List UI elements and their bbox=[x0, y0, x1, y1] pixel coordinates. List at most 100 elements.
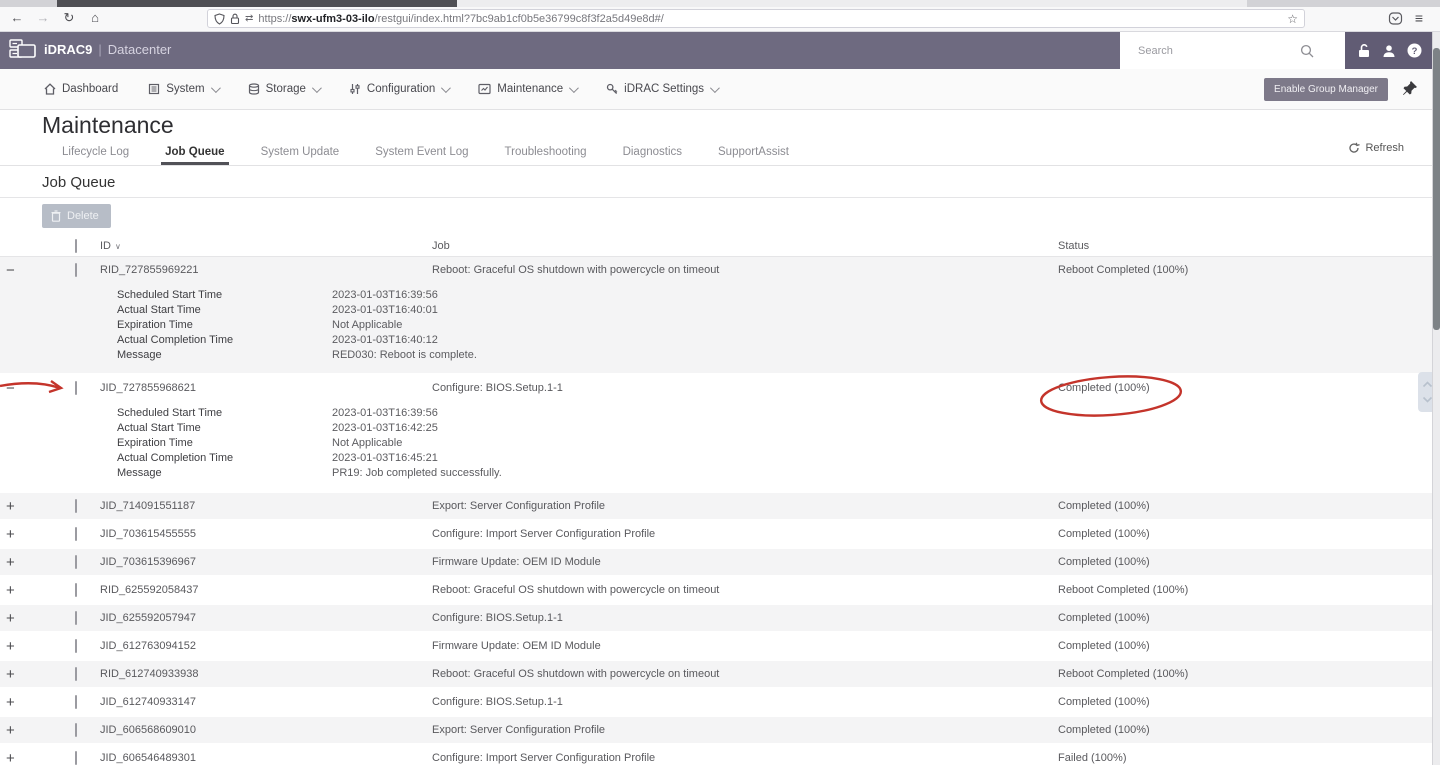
job-description: Firmware Update: OEM ID Module bbox=[432, 556, 1058, 568]
row-checkbox[interactable] bbox=[75, 723, 77, 737]
job-details: Scheduled Start Time2023-01-03T16:39:56A… bbox=[0, 283, 1432, 373]
job-status: Completed (100%) bbox=[1058, 382, 1150, 394]
nav-item-idrac-settings[interactable]: iDRAC Settings bbox=[606, 83, 717, 95]
row-expander[interactable]: − bbox=[0, 263, 42, 278]
bookmark-star-icon[interactable]: ☆ bbox=[1287, 12, 1298, 26]
row-expander[interactable]: + bbox=[0, 667, 42, 682]
row-expander[interactable]: + bbox=[0, 555, 42, 570]
table-row[interactable]: − RID_727855969221 Reboot: Graceful OS s… bbox=[0, 257, 1432, 373]
user-icon[interactable] bbox=[1382, 44, 1396, 58]
table-row[interactable]: + JID_612740933147 Configure: BIOS.Setup… bbox=[0, 689, 1432, 715]
forward-icon[interactable]: → bbox=[34, 10, 52, 25]
nav-item-storage[interactable]: Storage bbox=[248, 83, 319, 95]
detail-value: 2023-01-03T16:40:12 bbox=[332, 333, 1432, 348]
row-expander[interactable]: + bbox=[0, 639, 42, 654]
row-checkbox[interactable] bbox=[75, 583, 77, 597]
nav-item-system[interactable]: System bbox=[148, 83, 217, 95]
job-id: JID_625592057947 bbox=[100, 612, 432, 624]
reload-icon[interactable]: ↻ bbox=[60, 10, 78, 26]
column-header-status: Status bbox=[1058, 240, 1432, 252]
enable-group-manager-button[interactable]: Enable Group Manager bbox=[1264, 78, 1388, 101]
table-row[interactable]: + JID_606568609010 Export: Server Config… bbox=[0, 717, 1432, 743]
row-checkbox[interactable] bbox=[75, 639, 77, 653]
job-status: Failed (100%) bbox=[1058, 752, 1126, 764]
section-title: Job Queue bbox=[42, 174, 1432, 191]
detail-label: Expiration Time bbox=[117, 318, 332, 333]
help-icon[interactable]: ? bbox=[1407, 43, 1422, 58]
tab-diagnostics[interactable]: Diagnostics bbox=[619, 146, 686, 165]
row-checkbox[interactable] bbox=[75, 263, 77, 277]
search-input[interactable] bbox=[1120, 45, 1300, 57]
detail-label: Scheduled Start Time bbox=[117, 288, 332, 303]
row-checkbox[interactable] bbox=[75, 527, 77, 541]
row-expander[interactable]: + bbox=[0, 499, 42, 514]
row-expander[interactable]: + bbox=[0, 751, 42, 765]
row-expander[interactable]: + bbox=[0, 583, 42, 598]
scrollbar-thumb[interactable] bbox=[1433, 48, 1440, 330]
table-row[interactable]: + RID_625592058437 Reboot: Graceful OS s… bbox=[0, 577, 1432, 603]
pin-icon[interactable] bbox=[1402, 80, 1418, 96]
select-all-checkbox[interactable] bbox=[75, 239, 77, 253]
delete-button[interactable]: Delete bbox=[42, 204, 111, 228]
back-icon[interactable]: ← bbox=[8, 10, 26, 25]
job-status: Completed (100%) bbox=[1058, 528, 1150, 540]
detail-row: Expiration TimeNot Applicable bbox=[0, 436, 1432, 451]
lock-icon[interactable] bbox=[230, 13, 240, 25]
job-description: Configure: BIOS.Setup.1-1 bbox=[432, 696, 1058, 708]
job-status: Completed (100%) bbox=[1058, 556, 1150, 568]
tab-system-event-log[interactable]: System Event Log bbox=[371, 146, 472, 165]
row-checkbox[interactable] bbox=[75, 499, 77, 513]
detail-row: Scheduled Start Time2023-01-03T16:39:56 bbox=[0, 406, 1432, 421]
row-checkbox[interactable] bbox=[75, 751, 77, 765]
row-expander[interactable]: − bbox=[0, 381, 42, 396]
menu-icon[interactable]: ≡ bbox=[1410, 10, 1428, 26]
nav-item-maintenance[interactable]: Maintenance bbox=[478, 83, 576, 95]
row-checkbox[interactable] bbox=[75, 695, 77, 709]
row-expander[interactable]: + bbox=[0, 723, 42, 738]
detail-label: Actual Completion Time bbox=[117, 333, 332, 348]
nav-item-configuration[interactable]: Configuration bbox=[349, 83, 448, 95]
table-row[interactable]: + JID_703615396967 Firmware Update: OEM … bbox=[0, 549, 1432, 575]
brand-edition: Datacenter bbox=[108, 42, 172, 57]
row-expander[interactable]: + bbox=[0, 695, 42, 710]
home-icon[interactable]: ⌂ bbox=[86, 10, 104, 25]
tabstrip-dark-segment bbox=[57, 0, 457, 7]
row-expander[interactable]: + bbox=[0, 527, 42, 542]
search-icon[interactable] bbox=[1300, 44, 1314, 58]
table-row[interactable]: + RID_612740933938 Reboot: Graceful OS s… bbox=[0, 661, 1432, 687]
table-row[interactable]: + JID_606546489301 Configure: Import Ser… bbox=[0, 745, 1432, 765]
table-row[interactable]: + JID_714091551187 Export: Server Config… bbox=[0, 493, 1432, 519]
table-row[interactable]: − JID_727855968621 Configure: BIOS.Setup… bbox=[0, 375, 1432, 491]
row-expander[interactable]: + bbox=[0, 611, 42, 626]
table-row[interactable]: + JID_625592057947 Configure: BIOS.Setup… bbox=[0, 605, 1432, 631]
url-bar[interactable]: ⇄ https://swx-ufm3-03-ilo/restgui/index.… bbox=[207, 9, 1305, 28]
scrollbar-track[interactable] bbox=[1432, 32, 1440, 765]
permissions-icon[interactable]: ⇄ bbox=[245, 13, 253, 24]
column-header-id[interactable]: ID ∨ bbox=[100, 240, 432, 252]
nav-label: Configuration bbox=[367, 83, 435, 95]
settings-key-icon bbox=[606, 83, 618, 95]
tab-lifecycle-log[interactable]: Lifecycle Log bbox=[58, 146, 133, 165]
id-header-label: ID bbox=[100, 240, 111, 252]
job-status: Reboot Completed (100%) bbox=[1058, 668, 1188, 680]
nav-item-dashboard[interactable]: Dashboard bbox=[44, 83, 118, 95]
refresh-button[interactable]: Refresh bbox=[1348, 142, 1404, 154]
unlock-icon[interactable] bbox=[1357, 43, 1371, 58]
shield-icon[interactable] bbox=[214, 13, 225, 25]
table-row[interactable]: + JID_703615455555 Configure: Import Ser… bbox=[0, 521, 1432, 547]
sort-chevron-icon[interactable]: ∨ bbox=[115, 242, 121, 251]
section-head: Job Queue bbox=[0, 166, 1432, 198]
table-row[interactable]: + JID_612763094152 Firmware Update: OEM … bbox=[0, 633, 1432, 659]
tab-system-update[interactable]: System Update bbox=[257, 146, 344, 165]
tab-job-queue[interactable]: Job Queue bbox=[161, 146, 228, 165]
tab-troubleshooting[interactable]: Troubleshooting bbox=[501, 146, 591, 165]
tab-supportassist[interactable]: SupportAssist bbox=[714, 146, 793, 165]
row-checkbox[interactable] bbox=[75, 611, 77, 625]
row-checkbox[interactable] bbox=[75, 381, 77, 395]
row-checkbox[interactable] bbox=[75, 667, 77, 681]
nav-label: Storage bbox=[266, 83, 306, 95]
pocket-icon[interactable] bbox=[1388, 11, 1403, 26]
job-id: JID_606568609010 bbox=[100, 724, 432, 736]
row-checkbox[interactable] bbox=[75, 555, 77, 569]
job-id: JID_703615396967 bbox=[100, 556, 432, 568]
